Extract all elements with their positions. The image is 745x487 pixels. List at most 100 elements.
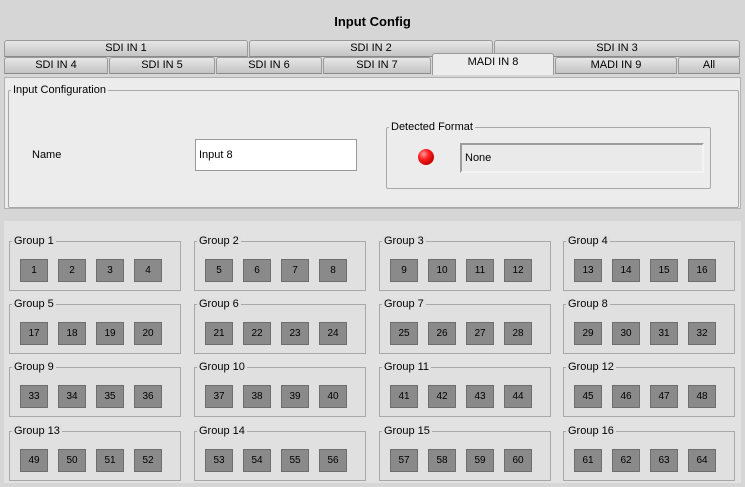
channel-button[interactable]: 25 <box>390 322 418 345</box>
channel-group-label: Group 16 <box>566 425 616 437</box>
tab-sdi-in-7[interactable]: SDI IN 7 <box>323 57 431 74</box>
channel-button[interactable]: 41 <box>390 385 418 408</box>
channel-button[interactable]: 29 <box>574 322 602 345</box>
channel-button[interactable]: 27 <box>466 322 494 345</box>
channel-button[interactable]: 2 <box>58 259 86 282</box>
channel-group-label: Group 13 <box>12 425 62 437</box>
channel-button[interactable]: 22 <box>243 322 271 345</box>
channel-button[interactable]: 1 <box>20 259 48 282</box>
channel-group-label: Group 9 <box>12 361 56 373</box>
tab-madi-in-9[interactable]: MADI IN 9 <box>555 57 677 74</box>
tab-sdi-in-6[interactable]: SDI IN 6 <box>216 57 322 74</box>
channel-button[interactable]: 26 <box>428 322 456 345</box>
channel-button[interactable]: 50 <box>58 449 86 472</box>
channel-group: Group 11 41 42 43 44 <box>379 361 551 417</box>
channel-button[interactable]: 46 <box>612 385 640 408</box>
channel-button[interactable]: 49 <box>20 449 48 472</box>
channel-group-label: Group 4 <box>566 235 610 247</box>
channel-group-label: Group 5 <box>12 298 56 310</box>
tab-sdi-in-4[interactable]: SDI IN 4 <box>4 57 108 74</box>
channel-button[interactable]: 30 <box>612 322 640 345</box>
channel-group-label: Group 3 <box>382 235 426 247</box>
channel-button[interactable]: 54 <box>243 449 271 472</box>
channel-button[interactable]: 9 <box>390 259 418 282</box>
tab-sdi-in-5[interactable]: SDI IN 5 <box>109 57 215 74</box>
channel-button[interactable]: 34 <box>58 385 86 408</box>
channel-button[interactable]: 16 <box>688 259 716 282</box>
channel-button[interactable]: 6 <box>243 259 271 282</box>
input-configuration-legend: Input Configuration <box>13 84 106 96</box>
channel-button[interactable]: 55 <box>281 449 309 472</box>
channel-button[interactable]: 32 <box>688 322 716 345</box>
channel-button[interactable]: 31 <box>650 322 678 345</box>
channel-button[interactable]: 18 <box>58 322 86 345</box>
channel-button[interactable]: 61 <box>574 449 602 472</box>
channel-button[interactable]: 63 <box>650 449 678 472</box>
channel-button[interactable]: 5 <box>205 259 233 282</box>
channel-group: Group 8 29 30 31 32 <box>563 298 735 354</box>
tab-sdi-in-1[interactable]: SDI IN 1 <box>4 40 248 57</box>
channel-button[interactable]: 13 <box>574 259 602 282</box>
channel-button[interactable]: 11 <box>466 259 494 282</box>
channel-button[interactable]: 3 <box>96 259 124 282</box>
channel-button[interactable]: 56 <box>319 449 347 472</box>
channel-button[interactable]: 10 <box>428 259 456 282</box>
channel-button[interactable]: 62 <box>612 449 640 472</box>
channel-group: Group 10 37 38 39 40 <box>194 361 366 417</box>
tab-madi-in-8[interactable]: MADI IN 8 <box>432 53 554 75</box>
channel-group: Group 14 53 54 55 56 <box>194 425 366 481</box>
channel-button[interactable]: 36 <box>134 385 162 408</box>
channel-button[interactable]: 7 <box>281 259 309 282</box>
detected-format-legend: Detected Format <box>391 121 473 133</box>
channel-button[interactable]: 33 <box>20 385 48 408</box>
channel-group: Group 12 45 46 47 48 <box>563 361 735 417</box>
channel-button[interactable]: 35 <box>96 385 124 408</box>
channel-button[interactable]: 21 <box>205 322 233 345</box>
channel-button[interactable]: 8 <box>319 259 347 282</box>
channel-group: Group 16 61 62 63 64 <box>563 425 735 481</box>
channel-group: Group 13 49 50 51 52 <box>9 425 181 481</box>
channel-group: Group 6 21 22 23 24 <box>194 298 366 354</box>
channel-button[interactable]: 57 <box>390 449 418 472</box>
channel-button[interactable]: 64 <box>688 449 716 472</box>
channel-button[interactable]: 47 <box>650 385 678 408</box>
channel-button[interactable]: 48 <box>688 385 716 408</box>
tab-all[interactable]: All <box>678 57 740 74</box>
channel-button[interactable]: 52 <box>134 449 162 472</box>
channel-button[interactable]: 14 <box>612 259 640 282</box>
channel-button[interactable]: 45 <box>574 385 602 408</box>
channel-button[interactable]: 42 <box>428 385 456 408</box>
channel-button[interactable]: 53 <box>205 449 233 472</box>
tab-row-2: SDI IN 4 SDI IN 5 SDI IN 6 SDI IN 7 MADI… <box>4 53 741 75</box>
channel-button[interactable]: 59 <box>466 449 494 472</box>
channel-button[interactable]: 17 <box>20 322 48 345</box>
window-title: Input Config <box>334 14 411 29</box>
channel-group-label: Group 11 <box>382 361 432 373</box>
channel-group-label: Group 7 <box>382 298 426 310</box>
detected-format-value: None <box>460 143 704 173</box>
channel-button[interactable]: 43 <box>466 385 494 408</box>
channel-button[interactable]: 15 <box>650 259 678 282</box>
channel-group: Group 2 5678 <box>194 235 366 291</box>
channel-group: Group 4 13 14 15 16 <box>563 235 735 291</box>
channel-group-label: Group 2 <box>197 235 241 247</box>
channel-button[interactable]: 38 <box>243 385 271 408</box>
channel-button[interactable]: 4 <box>134 259 162 282</box>
channel-button[interactable]: 28 <box>504 322 532 345</box>
channel-button[interactable]: 23 <box>281 322 309 345</box>
channel-button[interactable]: 12 <box>504 259 532 282</box>
channel-button[interactable]: 39 <box>281 385 309 408</box>
name-input[interactable] <box>195 139 357 171</box>
channel-group-label: Group 6 <box>197 298 241 310</box>
channel-button[interactable]: 44 <box>504 385 532 408</box>
channel-button[interactable]: 51 <box>96 449 124 472</box>
channel-button[interactable]: 19 <box>96 322 124 345</box>
channel-button[interactable]: 40 <box>319 385 347 408</box>
channel-group: Group 15 57 58 59 60 <box>379 425 551 481</box>
channel-button[interactable]: 20 <box>134 322 162 345</box>
channel-button[interactable]: 60 <box>504 449 532 472</box>
channel-button[interactable]: 58 <box>428 449 456 472</box>
channel-button[interactable]: 24 <box>319 322 347 345</box>
channel-group: Group 5 17 18 19 20 <box>9 298 181 354</box>
channel-button[interactable]: 37 <box>205 385 233 408</box>
